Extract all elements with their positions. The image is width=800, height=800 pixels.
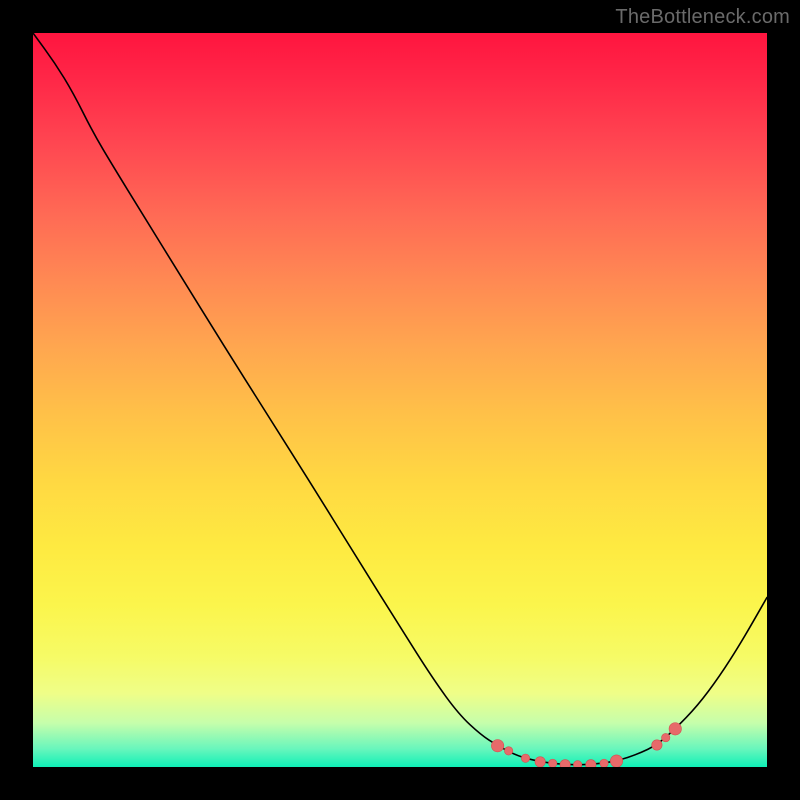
curve-marker bbox=[548, 759, 556, 767]
curve-marker bbox=[600, 759, 608, 767]
curve-marker bbox=[573, 761, 581, 767]
curve-marker bbox=[586, 760, 596, 767]
chart-frame: TheBottleneck.com bbox=[0, 0, 800, 800]
watermark-text: TheBottleneck.com bbox=[615, 6, 790, 29]
curve-marker bbox=[560, 760, 570, 767]
curve-marker bbox=[662, 733, 670, 741]
curve-marker bbox=[535, 757, 545, 767]
curve-marker bbox=[491, 740, 503, 752]
curve-line bbox=[33, 33, 767, 765]
curve-marker bbox=[610, 755, 622, 767]
curve-marker bbox=[504, 747, 512, 755]
curve-marker bbox=[669, 723, 681, 735]
curve-marker bbox=[652, 740, 662, 750]
curve-markers-group bbox=[491, 723, 681, 767]
curve-marker bbox=[521, 754, 529, 762]
bottleneck-curve-plot bbox=[33, 33, 767, 767]
